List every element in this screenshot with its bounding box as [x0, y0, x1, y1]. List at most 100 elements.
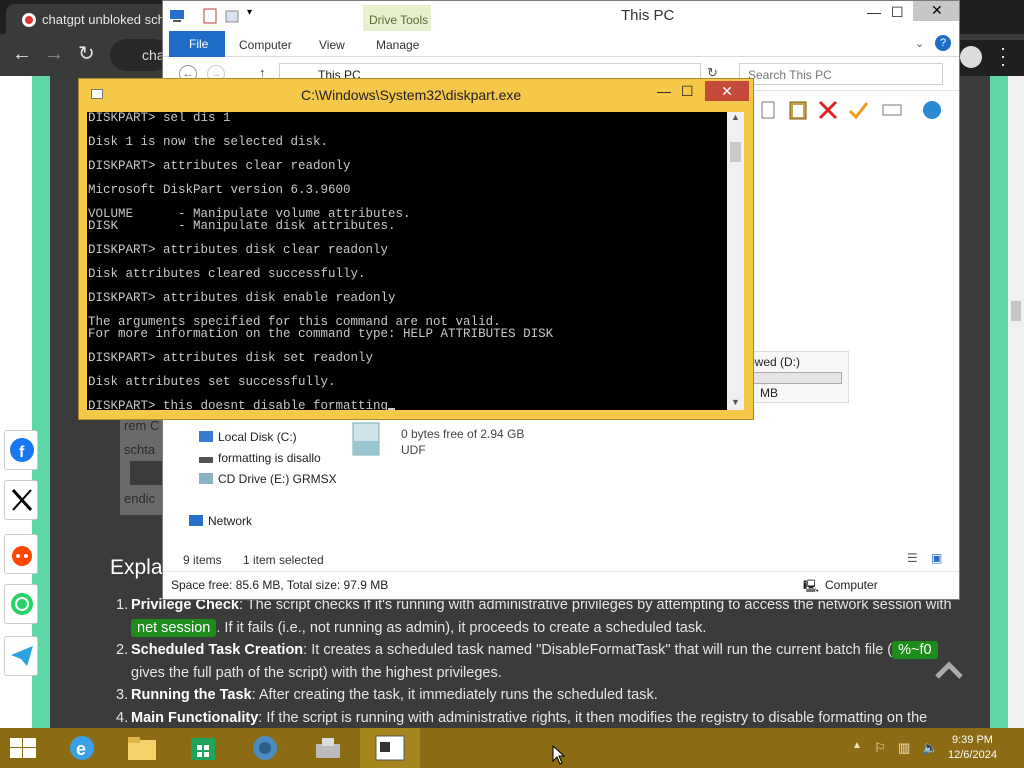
inline-code: net session: [131, 618, 217, 637]
volume-muted-icon[interactable]: 🔈: [922, 740, 938, 756]
page-accent-left: [32, 76, 52, 728]
nav-item-cd-drive[interactable]: CD Drive (E:) GRMSX: [199, 472, 337, 486]
computer-icon: [170, 10, 184, 22]
cd-drive-icon: [352, 422, 380, 456]
globe-icon[interactable]: [921, 99, 943, 121]
search-input[interactable]: Search This PC: [739, 63, 943, 85]
list-item: 2. Scheduled Task Creation: It creates a …: [111, 639, 971, 684]
tab-computer[interactable]: Computer: [239, 38, 292, 52]
share-facebook-button[interactable]: f: [4, 430, 38, 470]
copy-icon[interactable]: [757, 99, 779, 121]
drive-tile-d[interactable]: owed (D:) MB: [743, 351, 849, 403]
tab-favicon-icon: [22, 13, 36, 27]
console-output[interactable]: DISKPART> sel dis 1 Disk 1 is now the sel…: [87, 112, 727, 410]
forward-icon[interactable]: →: [44, 44, 64, 64]
drive-tools-tab[interactable]: Drive Tools: [363, 5, 431, 31]
share-x-button[interactable]: [4, 480, 38, 520]
clock-date: 12/6/2024: [948, 749, 997, 761]
tab-view[interactable]: View: [319, 38, 345, 52]
drive-usage-bar: [748, 372, 842, 384]
tab-manage[interactable]: Manage: [376, 38, 419, 52]
minimize-icon[interactable]: —: [657, 83, 671, 99]
computer-small-icon: 🖳: [803, 579, 820, 593]
windows-logo-icon: [10, 738, 36, 758]
console-titlebar[interactable]: C:\Windows\System32\diskpart.exe — ☐ ✕: [79, 79, 753, 109]
close-icon: ✕: [931, 2, 943, 18]
tiles-view-icon[interactable]: ▣: [931, 551, 942, 565]
console-close-button[interactable]: ✕: [705, 81, 749, 101]
help-icon[interactable]: ?: [935, 35, 951, 51]
console-app-icon: [375, 735, 405, 761]
quick-access-dropdown-icon[interactable]: ▾: [247, 7, 252, 18]
console-line: DISKPART> attributes disk set readonly: [88, 351, 374, 365]
nav-item-local-disk[interactable]: Local Disk (C:): [199, 430, 297, 444]
whatsapp-icon: [11, 593, 33, 615]
close-icon: ✕: [721, 83, 733, 99]
action-center-flag-icon[interactable]: ⚐: [874, 740, 886, 756]
details-view-icon[interactable]: ☰: [907, 551, 918, 565]
console-line: Microsoft DiskPart version 6.3.9600: [88, 183, 351, 197]
delete-icon[interactable]: [817, 99, 839, 121]
page-scroll-thumb[interactable]: [1011, 301, 1021, 321]
network-tray-icon[interactable]: ▥: [898, 740, 910, 756]
tab-title: chatgpt unbloked scho: [42, 12, 173, 27]
internet-explorer-icon: e: [70, 736, 94, 760]
share-whatsapp-button[interactable]: [4, 584, 38, 624]
tab-file[interactable]: File: [169, 31, 225, 57]
telegram-icon: [11, 646, 33, 666]
console-scroll-thumb[interactable]: [730, 142, 741, 162]
share-reddit-button[interactable]: [4, 534, 38, 574]
scroll-to-top-icon[interactable]: [934, 660, 964, 680]
explorer-details-bar: Space free: 85.6 MB, Total size: 97.9 MB…: [163, 571, 959, 599]
nav-item-usb-drive[interactable]: formatting is disallo: [199, 451, 321, 465]
taskbar-browser[interactable]: [236, 728, 296, 768]
paste-icon[interactable]: [787, 99, 809, 121]
svg-text:f: f: [19, 444, 25, 461]
back-icon[interactable]: ←: [12, 44, 32, 64]
properties-icon[interactable]: [203, 8, 217, 24]
omnibox[interactable]: chat: [110, 39, 170, 71]
scroll-up-icon[interactable]: ▲: [731, 112, 740, 122]
start-button[interactable]: [0, 728, 50, 768]
taskbar-file-explorer[interactable]: [112, 728, 172, 768]
udf-free-space: 0 bytes free of 2.94 GB: [401, 427, 525, 441]
console-line: Disk attributes cleared successfully.: [88, 267, 366, 281]
inline-code: %~f0: [892, 641, 938, 659]
taskbar-ie[interactable]: e: [52, 728, 112, 768]
menu-dots-icon[interactable]: · · ·: [1000, 39, 1006, 73]
nav-item-network[interactable]: Network: [189, 514, 252, 528]
scroll-down-icon[interactable]: ▼: [731, 397, 740, 407]
console-scrollbar[interactable]: ▲ ▼: [727, 112, 744, 410]
taskbar-store[interactable]: [174, 728, 234, 768]
ribbon-expand-icon[interactable]: ⌄: [915, 37, 924, 50]
list-item: 1. Privilege Check: The script checks if …: [116, 597, 952, 637]
page-scrollbar[interactable]: [1008, 76, 1024, 728]
reload-icon[interactable]: ↻: [78, 44, 95, 64]
system-clock[interactable]: 9:39 PM 12/6/2024: [948, 733, 997, 763]
taskbar-app[interactable]: [298, 728, 358, 768]
console-line: DISKPART> attributes disk enable readonl…: [88, 291, 396, 305]
diskpart-window: C:\Windows\System32\diskpart.exe — ☐ ✕ D…: [78, 78, 754, 420]
reddit-icon: [12, 546, 32, 566]
show-hidden-icons-icon[interactable]: ▲: [852, 740, 862, 751]
new-folder-icon[interactable]: [225, 8, 239, 24]
browser-tab[interactable]: chatgpt unbloked scho: [6, 4, 176, 34]
x-icon: [11, 488, 33, 512]
checkmark-icon[interactable]: [847, 99, 869, 121]
explorer-titlebar[interactable]: ▾ Drive Tools This PC — ☐ ✕: [163, 1, 959, 31]
maximize-icon[interactable]: ☐: [681, 83, 694, 100]
maximize-icon[interactable]: ☐: [891, 4, 904, 21]
taskbar-diskpart[interactable]: [360, 728, 420, 768]
rename-icon[interactable]: [881, 99, 903, 121]
list-item: 3. Running the Task: After creating the t…: [116, 687, 658, 703]
explorer-status: 9 items 1 item selected ☰ ▣: [163, 547, 959, 571]
console-line: DISKPART> this doesnt disable formatting: [88, 400, 727, 410]
minimize-icon[interactable]: —: [867, 4, 881, 20]
share-telegram-button[interactable]: [4, 636, 38, 676]
network-icon: [189, 515, 203, 526]
console-line: DISK - Manipulate disk attributes.: [88, 219, 396, 233]
profile-avatar-icon[interactable]: [960, 46, 982, 68]
drive-size: MB: [760, 386, 778, 400]
disk-icon: [199, 431, 213, 442]
close-button[interactable]: ✕: [913, 1, 959, 21]
